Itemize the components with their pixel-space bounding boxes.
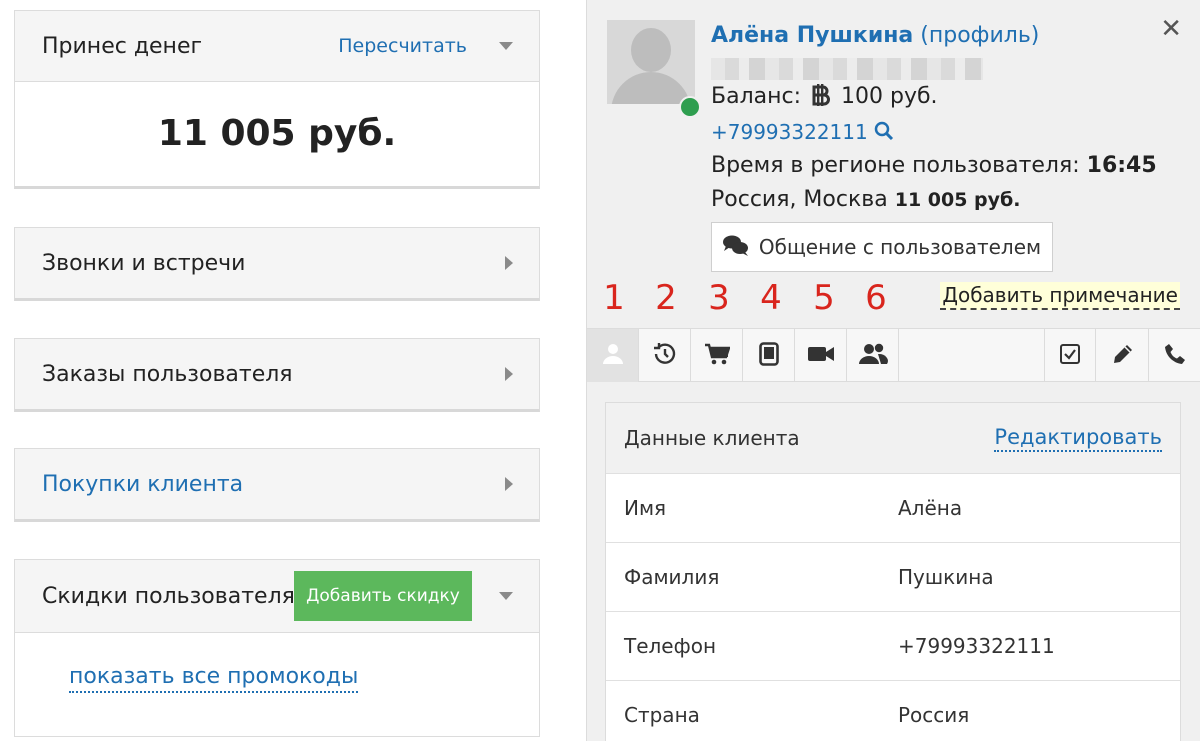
tab-tasks[interactable] xyxy=(1044,329,1096,382)
client-data-card: Данные клиента Редактировать Имя Алёна Ф… xyxy=(605,402,1181,741)
balance-line: Баланс: 100 руб. xyxy=(711,80,1157,117)
row-label: Телефон xyxy=(624,634,717,658)
profile-link[interactable]: (профиль) xyxy=(920,23,1039,48)
redacted-info xyxy=(711,58,983,80)
chat-bubbles-icon xyxy=(722,234,749,261)
discounts-card-body: показать все промокоды xyxy=(15,632,539,736)
phone-icon xyxy=(1163,342,1187,370)
annotation-number: 2 xyxy=(655,278,677,318)
edit-client-link[interactable]: Редактировать xyxy=(994,424,1162,452)
money-card-body: 11 005 руб. xyxy=(15,81,539,186)
row-value: Пушкина xyxy=(898,565,994,589)
tab-devices[interactable] xyxy=(743,329,795,382)
region-time-value: 16:45 xyxy=(1086,153,1157,178)
expand-arrow-icon[interactable] xyxy=(505,256,513,270)
avatar xyxy=(607,20,695,104)
orders-card-title: Заказы пользователя xyxy=(42,361,293,387)
panel-tabs xyxy=(587,328,1200,382)
annotation-number: 5 xyxy=(813,278,835,318)
chat-with-user-button[interactable]: Общение с пользователем xyxy=(711,222,1053,272)
balance-value: 100 руб. xyxy=(841,84,938,109)
purchases-card[interactable]: Покупки клиента xyxy=(14,448,540,522)
balance-label: Баланс: xyxy=(711,84,802,109)
tab-video[interactable] xyxy=(795,329,847,382)
purchases-card-title[interactable]: Покупки клиента xyxy=(42,472,505,497)
user-panel: ✕ Алёна Пушкина (профиль) Баланс: 100 ру… xyxy=(586,0,1200,741)
orders-card[interactable]: Заказы пользователя xyxy=(14,338,540,412)
client-row-name: Имя Алёна xyxy=(606,473,1180,542)
cart-icon xyxy=(704,343,731,369)
region-time-line: Время в регионе пользователя: 16:45 xyxy=(711,149,1157,183)
user-info: Алёна Пушкина (профиль) Баланс: 100 руб.… xyxy=(711,18,1157,217)
discounts-card: Скидки пользователя Добавить скидку пока… xyxy=(14,559,540,737)
tab-call[interactable] xyxy=(1149,329,1200,382)
annotation-number: 3 xyxy=(708,278,730,318)
show-all-promocodes-link[interactable]: показать все промокоды xyxy=(69,663,359,693)
user-name[interactable]: Алёна Пушкина xyxy=(711,23,913,48)
phone-link[interactable]: +79993322111 xyxy=(711,120,868,144)
tablet-icon xyxy=(758,341,779,370)
add-note-button[interactable]: Добавить примечание xyxy=(940,282,1180,310)
client-row-country: Страна Россия xyxy=(606,680,1180,741)
tab-user-info[interactable] xyxy=(587,329,639,382)
chat-button-label: Общение с пользователем xyxy=(758,235,1042,259)
annotation-number: 4 xyxy=(760,278,782,318)
discounts-card-header: Скидки пользователя Добавить скидку xyxy=(15,560,539,632)
collapse-arrow-icon[interactable] xyxy=(499,42,513,50)
user-icon xyxy=(602,343,624,369)
recalculate-link[interactable]: Пересчитать xyxy=(338,35,467,57)
tab-orders[interactable] xyxy=(691,329,743,382)
client-data-title: Данные клиента xyxy=(624,426,800,450)
video-icon xyxy=(807,344,835,368)
client-row-surname: Фамилия Пушкина xyxy=(606,542,1180,611)
row-value: Алёна xyxy=(898,496,963,520)
close-icon[interactable]: ✕ xyxy=(1160,14,1182,44)
tab-history[interactable] xyxy=(639,329,691,382)
tab-edit[interactable] xyxy=(1097,329,1149,382)
calls-card[interactable]: Звонки и встречи xyxy=(14,227,540,301)
group-icon xyxy=(858,343,888,369)
purchases-card-header[interactable]: Покупки клиента xyxy=(15,449,539,519)
money-card: Принес денег Пересчитать 11 005 руб. xyxy=(14,10,540,189)
location-money: 11 005 руб. xyxy=(894,189,1021,211)
online-status-indicator xyxy=(679,96,701,118)
money-card-header: Принес денег Пересчитать xyxy=(15,11,539,81)
phone-line: +79993322111 xyxy=(711,117,1157,149)
checkbox-icon xyxy=(1059,343,1081,369)
calls-card-title: Звонки и встречи xyxy=(42,250,246,276)
row-value: +79993322111 xyxy=(898,634,1055,658)
discounts-card-title: Скидки пользователя xyxy=(42,583,295,609)
row-value: Россия xyxy=(898,703,970,727)
orders-card-header[interactable]: Заказы пользователя xyxy=(15,339,539,409)
expand-arrow-icon[interactable] xyxy=(505,477,513,491)
annotation-number: 6 xyxy=(865,278,887,318)
add-discount-button[interactable]: Добавить скидку xyxy=(294,571,472,621)
pencil-icon xyxy=(1111,342,1135,370)
region-time-label: Время в регионе пользователя: xyxy=(711,153,1080,178)
row-label: Имя xyxy=(624,496,667,520)
expand-arrow-icon[interactable] xyxy=(505,367,513,381)
money-value: 11 005 руб. xyxy=(157,113,397,154)
row-label: Фамилия xyxy=(624,565,720,589)
user-name-line: Алёна Пушкина (профиль) xyxy=(711,18,1157,54)
bitcoin-icon xyxy=(812,83,830,117)
location-text: Россия, Москва xyxy=(711,187,888,212)
search-icon[interactable] xyxy=(874,119,894,149)
money-card-title: Принес денег xyxy=(42,33,203,59)
tab-group[interactable] xyxy=(847,329,899,382)
history-icon xyxy=(653,342,677,370)
location-line: Россия, Москва 11 005 руб. xyxy=(711,183,1157,217)
row-label: Страна xyxy=(624,703,700,727)
client-data-header: Данные клиента Редактировать xyxy=(606,403,1180,473)
collapse-arrow-icon[interactable] xyxy=(499,592,513,600)
calls-card-header[interactable]: Звонки и встречи xyxy=(15,228,539,298)
annotation-number: 1 xyxy=(603,278,625,318)
client-row-phone: Телефон +79993322111 xyxy=(606,611,1180,680)
